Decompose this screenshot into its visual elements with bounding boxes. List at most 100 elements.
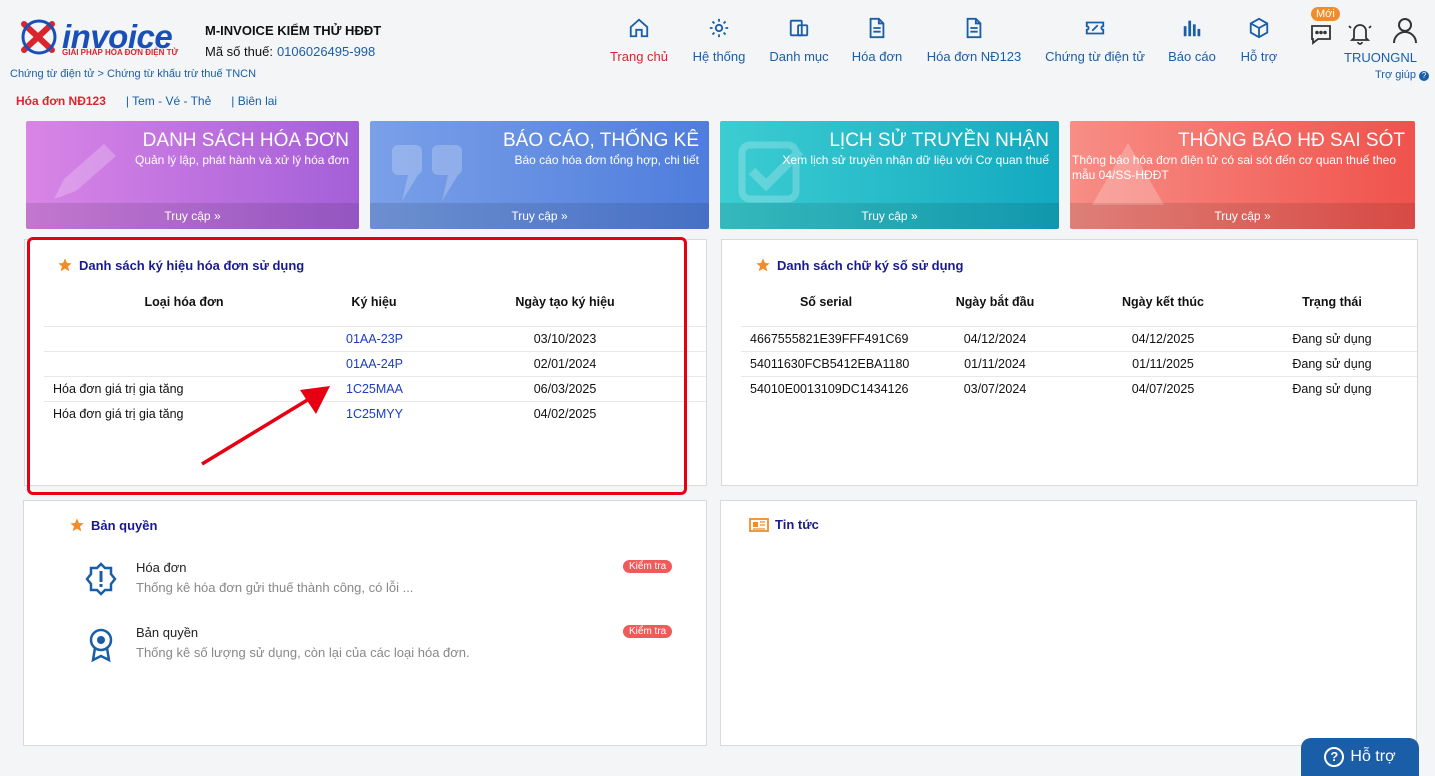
nav-invoice-nd123[interactable]: Hóa đơn NĐ123 [920, 14, 1028, 70]
quote-icon [392, 145, 462, 201]
subnav-receipts[interactable]: | Biên lai [231, 94, 277, 108]
column-header[interactable]: Loại hóa đơn [44, 278, 324, 326]
card-access-label: Truy cập [164, 209, 211, 223]
symbol-cell[interactable]: 1C25MAA [324, 375, 424, 401]
check-button[interactable]: Kiểm tra [623, 560, 673, 573]
card-description: Quản lý lập, phát hành và xử lý hóa đơn [134, 153, 349, 167]
pencil-icon [54, 144, 116, 199]
license-panel: Bản quyền [23, 500, 707, 746]
subnav-invoice-nd123[interactable]: Hóa đơn NĐ123 [16, 94, 106, 108]
logo-mark-icon [21, 19, 57, 55]
symbol-cell[interactable]: 01AA-24P [324, 350, 424, 376]
header: invoice GIẢI PHÁP HÓA ĐƠN ĐIỆN TỬ M-INVO… [0, 0, 1435, 112]
panel-title: Danh sách chữ ký số sử dụng [755, 257, 963, 273]
card-title: BÁO CÁO, THỐNG KÊ [502, 130, 699, 151]
digital-signatures-table: Số serial Ngày bắt đầu Ngày kết thúc Trạ… [741, 278, 1417, 401]
cube-icon [1249, 17, 1269, 39]
license-item-description: Thống kê hóa đơn gửi thuế thành công, có… [136, 580, 414, 595]
logo[interactable]: invoice GIẢI PHÁP HÓA ĐƠN ĐIỆN TỬ [18, 14, 183, 60]
star-icon [70, 518, 84, 532]
invoice-type-cell [44, 325, 324, 351]
table-header-row: Số serial Ngày bắt đầu Ngày kết thúc Trạ… [741, 278, 1417, 326]
end-date-cell: 04/12/2025 [1079, 325, 1247, 351]
star-icon [756, 258, 770, 272]
double-chevron-right-icon: » [213, 209, 221, 223]
nav-invoice[interactable]: Hóa đơn [846, 14, 908, 70]
nav-invoice-nd123-label: Hóa đơn NĐ123 [926, 49, 1022, 64]
panel-title-text: Tin tức [775, 517, 819, 532]
card-access-link[interactable]: Truy cập » [26, 203, 359, 229]
nav-home-label: Trang chủ [609, 49, 669, 64]
license-item-description: Thống kê số lượng sử dụng, còn lại của c… [136, 645, 470, 660]
support-button-label: Hỗ trợ [1350, 748, 1396, 765]
nav-e-documents[interactable]: Chứng từ điện tử [1040, 14, 1150, 70]
created-date-cell: 06/03/2025 [424, 375, 706, 401]
home-icon [629, 18, 649, 38]
end-date-cell: 01/11/2025 [1079, 350, 1247, 376]
subnav-stamps-tickets[interactable]: | Tem - Vé - Thẻ [126, 94, 211, 108]
end-date-cell: 04/07/2025 [1079, 375, 1247, 401]
table-row[interactable]: Hóa đơn giá trị gia tăng 1C25MAA 06/03/2… [44, 375, 706, 401]
checkbox-icon [738, 141, 804, 203]
check-button[interactable]: Kiểm tra [623, 625, 673, 638]
annotation-arrow-icon [201, 386, 330, 466]
card-error-notice[interactable]: THÔNG BÁO HĐ SAI SÓT Thông báo hóa đơn đ… [1070, 121, 1415, 229]
serial-cell: 54011630FCB5412EBA1180 [741, 350, 911, 376]
serial-cell: 4667555821E39FFF491C69 [741, 325, 911, 351]
table-header-row: Loại hóa đơn Ký hiệu Ngày tạo ký hiệu [44, 278, 706, 326]
created-date-cell: 02/01/2024 [424, 350, 706, 376]
username[interactable]: TRUONGNL [1344, 50, 1417, 65]
bar-chart-icon [1183, 20, 1201, 37]
column-header[interactable]: Số serial [741, 278, 911, 326]
card-access-link[interactable]: Truy cập » [1070, 203, 1415, 229]
card-description: Xem lịch sử truyền nhận dữ liệu với Cơ q… [782, 153, 1049, 167]
table-row[interactable]: 54011630FCB5412EBA1180 01/11/2024 01/11/… [741, 350, 1417, 376]
alert-badge-icon [85, 562, 117, 596]
help-link[interactable]: Trợ giúp ? [1375, 69, 1430, 81]
column-header[interactable]: Trạng thái [1247, 278, 1417, 326]
bell-icon[interactable] [1348, 20, 1372, 46]
panel-title: Danh sách ký hiệu hóa đơn sử dụng [57, 257, 304, 273]
nav-support[interactable]: Hỗ trợ [1232, 14, 1286, 70]
card-title: THÔNG BÁO HĐ SAI SÓT [1178, 130, 1405, 151]
column-header[interactable]: Ngày bắt đầu [911, 278, 1079, 326]
chat-icon[interactable] [1309, 22, 1333, 46]
nav-system[interactable]: Hệ thống [686, 14, 752, 70]
card-access-link[interactable]: Truy cập » [720, 203, 1059, 229]
table-row[interactable]: 01AA-23P 03/10/2023 [44, 325, 706, 351]
card-reports[interactable]: BÁO CÁO, THỐNG KÊ Báo cáo hóa đơn tổng h… [370, 121, 709, 229]
nav-home[interactable]: Trang chủ [604, 14, 674, 70]
column-header[interactable]: Ký hiệu [324, 278, 424, 326]
status-cell: Đang sử dụng [1247, 350, 1417, 376]
license-item-title: Hóa đơn [136, 560, 187, 575]
start-date-cell: 04/12/2024 [911, 325, 1079, 351]
card-transmission-history[interactable]: LỊCH SỬ TRUYỀN NHẬN Xem lịch sử truyền n… [720, 121, 1059, 229]
card-invoice-list[interactable]: DANH SÁCH HÓA ĐƠN Quản lý lập, phát hành… [26, 121, 359, 229]
table-row[interactable]: 4667555821E39FFF491C69 04/12/2024 04/12/… [741, 325, 1417, 351]
question-circle-icon: ? [1419, 71, 1430, 81]
card-access-link[interactable]: Truy cập » [370, 203, 709, 229]
user-icon[interactable] [1392, 16, 1418, 44]
nav-support-label: Hỗ trợ [1240, 49, 1278, 64]
table-row[interactable]: 01AA-24P 02/01/2024 [44, 350, 706, 376]
document-icon [869, 17, 885, 39]
breadcrumb[interactable]: Chứng từ điện tử > Chứng từ khấu trừ thu… [10, 68, 256, 80]
nav-reports[interactable]: Báo cáo [1162, 14, 1222, 70]
question-circle-icon: ? [1324, 747, 1345, 767]
award-medal-icon [89, 628, 113, 663]
nav-invoice-label: Hóa đơn [851, 49, 903, 64]
support-button[interactable]: ? Hỗ trợ [1301, 738, 1419, 776]
table-row[interactable]: 54010E0013109DC1434126 03/07/2024 04/07/… [741, 375, 1417, 401]
card-description: Báo cáo hóa đơn tổng hợp, chi tiết [514, 153, 699, 167]
news-panel: Tin tức [720, 500, 1417, 746]
symbol-cell[interactable]: 01AA-23P [324, 325, 424, 351]
table-row[interactable]: Hóa đơn giá trị gia tăng 1C25MYY 04/02/2… [44, 400, 706, 426]
symbol-cell[interactable]: 1C25MYY [324, 400, 424, 426]
tax-code-label: Mã số thuế: [205, 44, 273, 59]
status-cell: Đang sử dụng [1247, 375, 1417, 401]
column-header[interactable]: Ngày tạo ký hiệu [424, 278, 706, 326]
newspaper-icon [749, 517, 769, 532]
column-header[interactable]: Ngày kết thúc [1079, 278, 1247, 326]
created-date-cell: 03/10/2023 [424, 325, 706, 351]
nav-catalog[interactable]: Danh mục [764, 14, 834, 70]
